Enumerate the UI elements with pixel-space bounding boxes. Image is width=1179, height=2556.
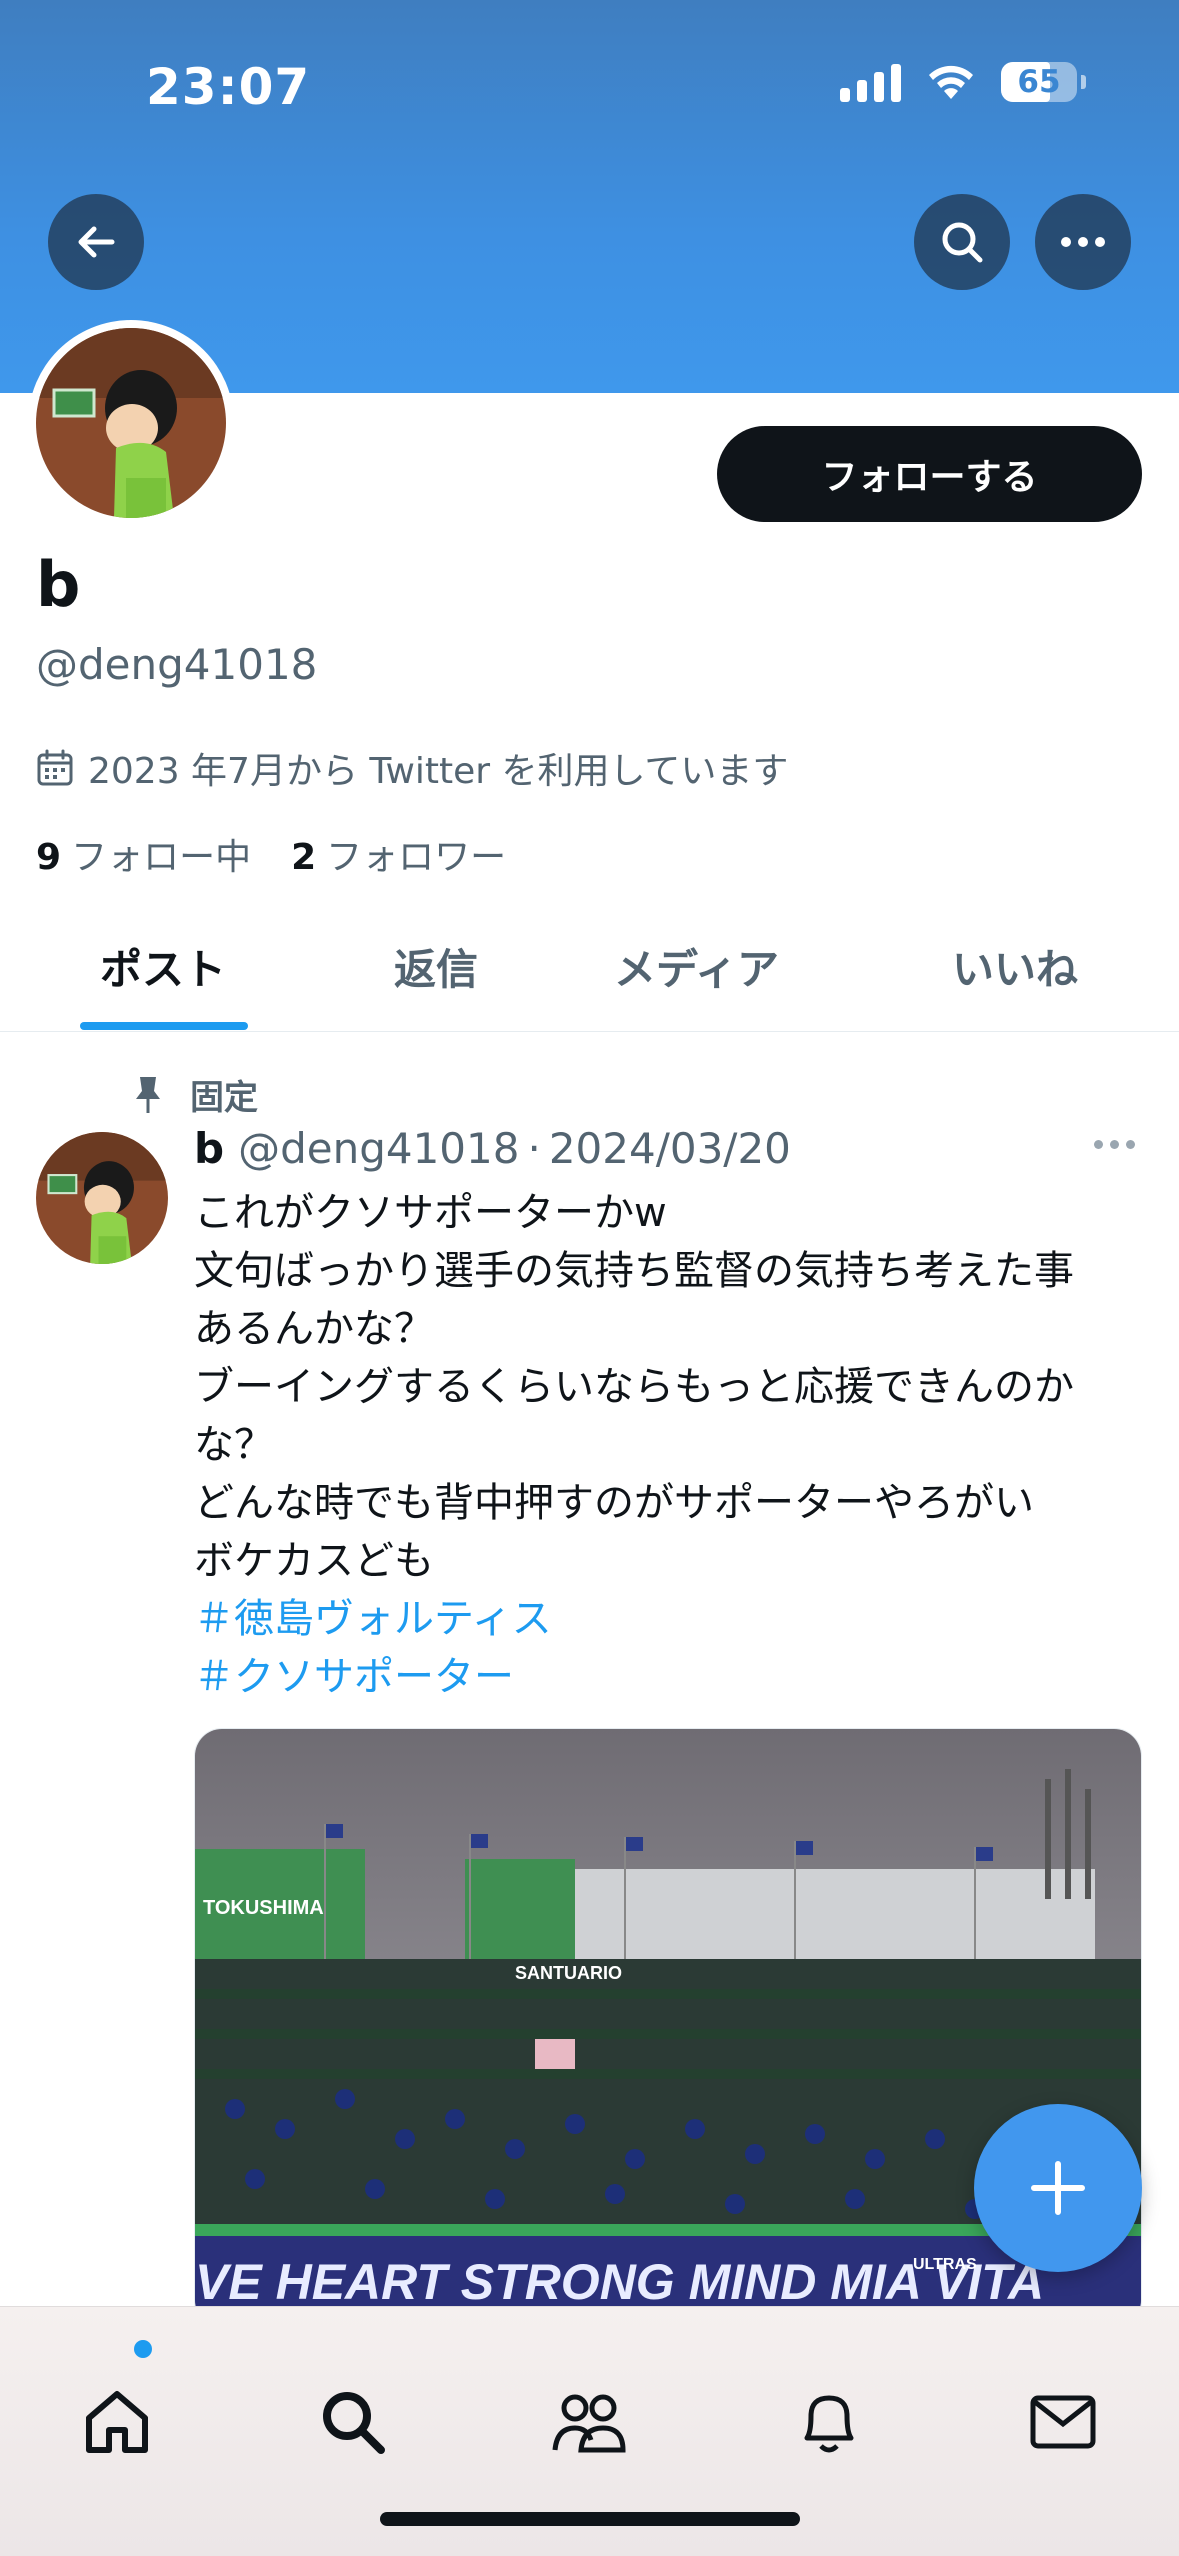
banner-text-mid: SANTUARIO — [515, 1963, 622, 1983]
nav-communities[interactable] — [544, 2377, 634, 2467]
nav-search[interactable] — [308, 2377, 398, 2467]
status-indicators: 65 — [840, 62, 1086, 102]
post-text-line: これがクソサポーターかw — [194, 1190, 667, 1236]
post-separator: · — [527, 1124, 541, 1173]
tab-media[interactable]: メディア — [614, 936, 779, 997]
more-options-button[interactable] — [1035, 194, 1131, 290]
calendar-icon — [37, 749, 73, 786]
plus-icon — [1031, 2161, 1085, 2215]
pinned-indicator: 固定 — [132, 1070, 258, 1119]
battery-icon: 65 — [1001, 62, 1086, 102]
post-header: b @deng41018 · 2024/03/20 — [194, 1124, 791, 1173]
post-text-line: ブーイングするくらいならもっと応援できんのか — [194, 1364, 1074, 1410]
search-icon — [323, 2392, 385, 2454]
profile-avatar[interactable] — [28, 320, 234, 526]
search-button[interactable] — [914, 194, 1010, 290]
followers-label: フォロワー — [326, 837, 507, 878]
banner-text-left: TOKUSHIMA — [203, 1897, 324, 1919]
back-button[interactable] — [48, 194, 144, 290]
cellular-signal-icon — [840, 62, 901, 102]
active-tab-indicator — [80, 1022, 248, 1030]
pinned-label: 固定 — [190, 1078, 258, 1118]
post-more-icon[interactable] — [1094, 1140, 1135, 1149]
home-icon — [86, 2391, 148, 2453]
join-date-text: 2023 年7月から Twitter を利用しています — [88, 751, 789, 792]
battery-level: 65 — [1017, 64, 1061, 100]
post-author-handle[interactable]: @deng41018 — [238, 1124, 519, 1173]
post-date[interactable]: 2024/03/20 — [549, 1124, 791, 1173]
home-notification-badge — [134, 2340, 152, 2358]
search-icon — [942, 222, 983, 263]
post-author-avatar[interactable] — [36, 1132, 168, 1264]
post-body: これがクソサポーターかw 文句ばっかり選手の気持ち監督の気持ち考えた事 あるんか… — [194, 1184, 1154, 1706]
home-indicator — [380, 2512, 800, 2526]
tab-posts[interactable]: ポスト — [100, 936, 226, 997]
post-text-line: 文句ばっかり選手の気持ち監督の気持ち考えた事 — [194, 1248, 1074, 1294]
notifications-bell-icon — [804, 2395, 854, 2453]
back-arrow-icon — [78, 226, 115, 258]
avatar-image — [36, 328, 226, 518]
communities-icon — [552, 2394, 626, 2453]
avatar-image — [36, 1132, 168, 1264]
hashtag-link[interactable]: ＃クソサポーター — [194, 1648, 1154, 1706]
hashtag-link[interactable]: ＃徳島ヴォルティス — [194, 1590, 1154, 1648]
pin-icon — [136, 1076, 160, 1113]
follow-button[interactable]: フォローする — [717, 426, 1142, 522]
profile-handle: @deng41018 — [36, 640, 318, 689]
join-date: 2023 年7月から Twitter を利用しています — [36, 742, 788, 794]
nav-messages[interactable] — [1018, 2377, 1108, 2467]
post-author-name[interactable]: b — [194, 1124, 224, 1173]
following-label: フォロー中 — [71, 837, 252, 878]
nav-home[interactable] — [72, 2377, 162, 2467]
tab-likes[interactable]: いいね — [952, 936, 1078, 997]
tab-replies[interactable]: 返信 — [394, 936, 478, 997]
profile-display-name: b — [36, 548, 81, 621]
follow-counts: 9 フォロー中 2 フォロワー — [36, 828, 506, 880]
post-text-line: な？ — [194, 1422, 274, 1468]
following-count: 9 — [36, 837, 62, 878]
post-text-line: あるんかな？ — [194, 1306, 434, 1352]
profile-tabs: ポスト 返信 メディア いいね — [0, 900, 1179, 1032]
banner-text-small: ULTRAS — [913, 2256, 977, 2273]
more-horizontal-icon — [1061, 237, 1105, 247]
followers-count: 2 — [291, 837, 317, 878]
status-time: 23:07 — [146, 58, 311, 116]
followers-link[interactable]: 2 フォロワー — [291, 828, 506, 880]
nav-notifications[interactable] — [784, 2377, 874, 2467]
post-text-line: どんな時でも背中押すのがサポーターやろがい — [194, 1480, 1034, 1526]
wifi-icon — [929, 65, 973, 99]
messages-mail-icon — [1030, 2395, 1096, 2449]
post-text-line: ボケカスども — [194, 1538, 434, 1584]
following-link[interactable]: 9 フォロー中 — [36, 828, 251, 880]
compose-post-button[interactable] — [974, 2104, 1142, 2272]
